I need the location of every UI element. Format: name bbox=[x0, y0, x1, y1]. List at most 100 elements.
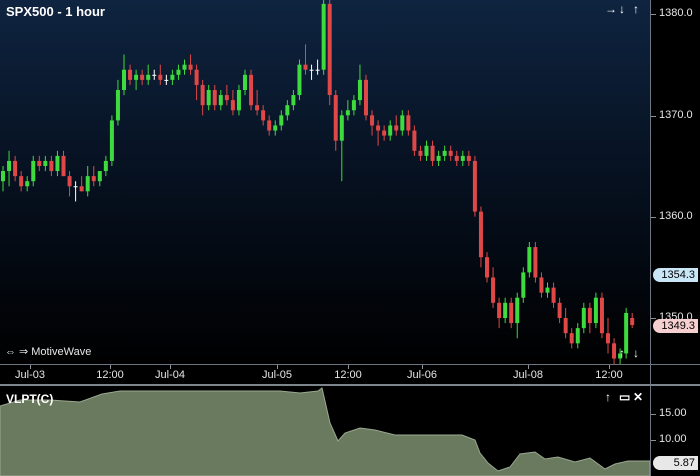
time-label: 12:00 bbox=[334, 369, 362, 381]
candle-body bbox=[303, 64, 308, 70]
close-icon[interactable]: ✕ bbox=[633, 391, 643, 403]
candle-body bbox=[503, 302, 508, 318]
candle-body bbox=[364, 79, 368, 116]
candle-body bbox=[400, 115, 405, 131]
candle-body bbox=[460, 155, 465, 161]
candle-body bbox=[55, 155, 60, 172]
candle-body bbox=[593, 297, 598, 324]
last-price-tag: 1354.3 bbox=[653, 268, 698, 282]
candle-body bbox=[424, 145, 429, 156]
candle-body bbox=[19, 176, 24, 187]
candle-body bbox=[218, 95, 223, 106]
time-label: 12:00 bbox=[96, 369, 124, 381]
indicator-tick bbox=[651, 414, 656, 415]
price-tick bbox=[651, 14, 656, 15]
candle-body bbox=[630, 318, 635, 326]
pan-right-icon[interactable]: → bbox=[605, 3, 617, 15]
candle-body bbox=[103, 160, 108, 172]
candle-body bbox=[339, 115, 344, 141]
candle-body bbox=[85, 176, 90, 192]
candle-body bbox=[382, 130, 387, 136]
candle-body bbox=[521, 272, 526, 298]
move-down-icon[interactable]: ↓ bbox=[619, 3, 625, 15]
candle-body bbox=[25, 181, 30, 187]
candle-body bbox=[291, 95, 296, 106]
candle-body bbox=[188, 64, 193, 70]
indicator-axis[interactable]: 15.00 10.00 5.87 bbox=[650, 384, 700, 476]
price-axis[interactable]: 1380.0 1370.0 1360.0 1350.0 1354.3 1349.… bbox=[650, 0, 700, 364]
candle-body bbox=[164, 79, 169, 81]
candle-body bbox=[575, 328, 580, 344]
time-label: 12:00 bbox=[595, 369, 623, 381]
price-tick bbox=[651, 318, 656, 319]
candle-body bbox=[140, 74, 145, 80]
candle-body bbox=[321, 3, 326, 70]
candle-body bbox=[79, 186, 84, 192]
candle-body bbox=[539, 277, 544, 293]
candle-body bbox=[394, 125, 399, 131]
candle-body bbox=[206, 90, 211, 106]
maximize-icon[interactable]: ▭ bbox=[619, 391, 630, 403]
candle-body bbox=[533, 247, 538, 278]
chart-title: SPX500 - 1 hour bbox=[6, 4, 105, 19]
candle-body bbox=[527, 247, 532, 273]
candle-body bbox=[285, 105, 290, 116]
candle-body bbox=[478, 211, 483, 258]
candle-body bbox=[200, 84, 205, 106]
candle-body bbox=[31, 160, 36, 182]
candle-body bbox=[448, 150, 453, 156]
candle-body bbox=[485, 257, 489, 278]
candle-body bbox=[176, 69, 181, 75]
candle-body bbox=[370, 115, 375, 126]
candle-body bbox=[309, 69, 314, 71]
move-up-icon[interactable]: ↑ bbox=[619, 347, 625, 359]
time-label: Jul-08 bbox=[513, 369, 543, 381]
candle-body bbox=[436, 155, 441, 161]
candle-body bbox=[230, 100, 235, 111]
candle-body bbox=[351, 100, 356, 111]
candle-body bbox=[557, 302, 562, 318]
brand-watermark: ⇔ ⇒ MotiveWave bbox=[5, 345, 94, 358]
candle-body bbox=[267, 120, 272, 131]
candle-body bbox=[182, 64, 187, 70]
indicator-current-tag: 5.87 bbox=[653, 456, 698, 470]
candle-body bbox=[109, 120, 114, 161]
bid-price-tag: 1349.3 bbox=[653, 319, 698, 333]
move-up-icon[interactable]: ↑ bbox=[605, 391, 611, 403]
candle-body bbox=[170, 74, 175, 80]
candle-body bbox=[134, 74, 139, 80]
candle-body bbox=[491, 277, 496, 303]
candle-body bbox=[376, 125, 381, 131]
candle-body bbox=[224, 95, 229, 101]
candle-body bbox=[430, 145, 435, 161]
candle-body bbox=[194, 69, 199, 85]
price-pane[interactable]: SPX500 - 1 hour → ↓ ↑ ⇔ ⇒ MotiveWave ↑ ↓ bbox=[0, 0, 650, 364]
candle-body bbox=[442, 150, 447, 156]
candle-body bbox=[418, 150, 423, 156]
time-label: Jul-04 bbox=[155, 369, 185, 381]
move-down-icon[interactable]: ↓ bbox=[633, 347, 639, 359]
indicator-title: VLPT(C) bbox=[6, 392, 54, 406]
candle-body bbox=[37, 160, 42, 166]
pan-left-icon[interactable]: ⇔ bbox=[5, 346, 16, 358]
candle-body bbox=[122, 69, 126, 90]
time-label: Jul-05 bbox=[262, 369, 292, 381]
price-label: 1380.0 bbox=[659, 7, 693, 19]
candle-body bbox=[569, 333, 574, 344]
candle-body bbox=[315, 69, 320, 71]
candle-body bbox=[212, 90, 217, 106]
candle-body bbox=[158, 74, 163, 80]
candle-body bbox=[454, 155, 459, 161]
indicator-tick bbox=[651, 440, 656, 441]
candle-body bbox=[406, 115, 411, 131]
candle-body bbox=[146, 74, 151, 80]
indicator-pane[interactable]: VLPT(C) ↑ ▭ ✕ bbox=[0, 384, 650, 476]
candle-body bbox=[236, 90, 241, 111]
candle-body bbox=[545, 287, 550, 293]
time-axis[interactable]: Jul-03 12:00 Jul-04 Jul-05 12:00 Jul-06 … bbox=[0, 364, 650, 384]
candle-body bbox=[327, 3, 332, 96]
move-up-icon[interactable]: ↑ bbox=[633, 3, 639, 15]
price-tick bbox=[651, 217, 656, 218]
axis-corner bbox=[650, 364, 700, 384]
pan-right-icon[interactable]: ⇒ bbox=[19, 346, 28, 358]
